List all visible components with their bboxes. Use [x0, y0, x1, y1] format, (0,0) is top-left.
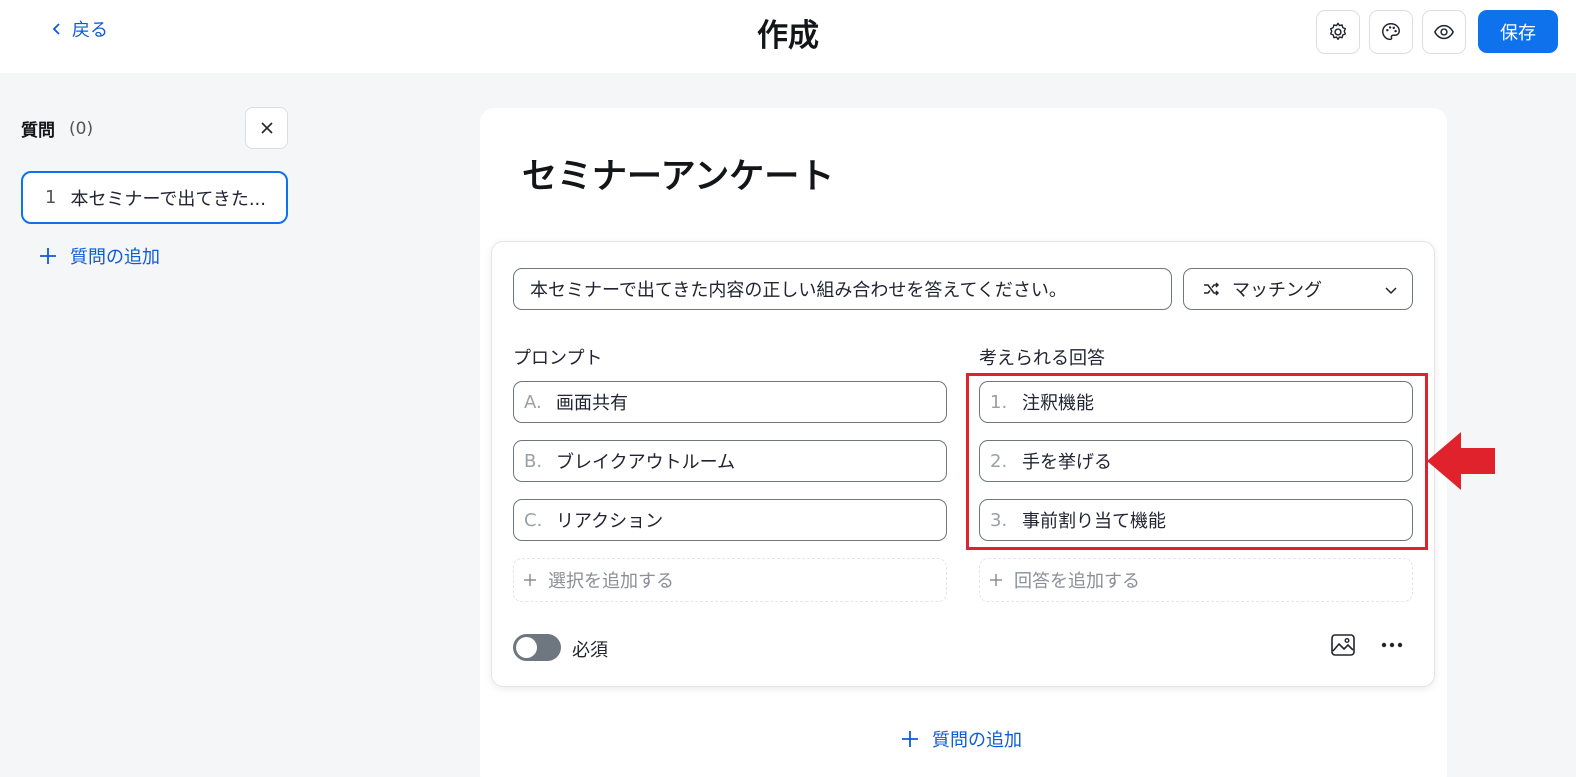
shuffle-icon	[1204, 282, 1220, 296]
theme-button[interactable]	[1369, 10, 1413, 54]
add-answer-label: 回答を追加する	[1014, 571, 1140, 592]
prompt-option[interactable]: C. リアクション	[513, 499, 947, 541]
palette-icon	[1382, 23, 1400, 41]
settings-button[interactable]	[1316, 10, 1360, 54]
question-count: (0)	[69, 118, 94, 139]
answer-number: 2.	[990, 450, 1008, 472]
plus-icon	[990, 574, 1002, 586]
question-type-label: マッチング	[1232, 280, 1322, 301]
question-text-input[interactable]: 本セミナーで出てきた内容の正しい組み合わせを答えてください。	[513, 268, 1172, 310]
required-label: 必須	[572, 640, 608, 661]
answer-option[interactable]: 3. 事前割り当て機能	[979, 499, 1413, 541]
gear-icon	[1329, 22, 1347, 41]
plus-icon	[902, 731, 918, 747]
prompts-label: プロンプト	[513, 348, 603, 369]
question-list-title: 質問	[21, 121, 55, 141]
eye-icon	[1433, 24, 1455, 40]
add-prompt-button[interactable]: 選択を追加する	[513, 558, 947, 602]
answer-text: 事前割り当て機能	[1022, 511, 1166, 532]
add-question-sidebar-button[interactable]: 質問の追加	[38, 243, 160, 269]
survey-title[interactable]: セミナーアンケート	[522, 148, 834, 199]
prompt-letter: C.	[524, 509, 543, 531]
preview-button[interactable]	[1422, 10, 1466, 54]
answer-option[interactable]: 2. 手を挙げる	[979, 440, 1413, 482]
prompt-option[interactable]: A. 画面共有	[513, 381, 947, 423]
prompt-text: リアクション	[556, 511, 664, 532]
answer-number: 1.	[990, 391, 1008, 413]
image-icon[interactable]	[1330, 633, 1356, 657]
plus-icon	[40, 248, 56, 264]
add-answer-button[interactable]: 回答を追加する	[979, 558, 1413, 602]
add-question-label: 質問の追加	[932, 730, 1022, 751]
more-options-icon[interactable]	[1380, 635, 1404, 655]
prompt-text: 画面共有	[556, 393, 628, 414]
answer-option[interactable]: 1. 注釈機能	[979, 381, 1413, 423]
answer-text: 手を挙げる	[1022, 452, 1112, 473]
toggle-knob	[516, 637, 537, 658]
close-panel-button[interactable]	[245, 107, 288, 149]
close-icon	[260, 122, 273, 134]
prompt-letter: B.	[524, 450, 543, 472]
question-type-select[interactable]: マッチング	[1183, 268, 1413, 310]
save-button[interactable]: 保存	[1478, 10, 1558, 53]
prompt-option[interactable]: B. ブレイクアウトルーム	[513, 440, 947, 482]
question-list-header: 質問 (0)	[21, 116, 94, 142]
chevron-down-icon	[1385, 287, 1397, 295]
add-question-main-button[interactable]: 質問の追加	[900, 726, 1022, 752]
prompt-letter: A.	[524, 391, 542, 413]
question-list-item[interactable]: 1 本セミナーで出てきた...	[21, 171, 288, 224]
add-prompt-label: 選択を追加する	[548, 571, 674, 592]
header-bar: 戻る 作成 保存	[0, 0, 1576, 73]
red-arrow-annotation	[1427, 432, 1495, 490]
answers-label: 考えられる回答	[979, 348, 1105, 369]
answer-number: 3.	[990, 509, 1008, 531]
plus-icon	[524, 574, 536, 586]
question-label: 本セミナーで出てきた...	[70, 188, 266, 210]
add-question-label: 質問の追加	[70, 247, 160, 268]
answer-text: 注釈機能	[1022, 393, 1094, 414]
prompt-text: ブレイクアウトルーム	[556, 452, 736, 473]
question-number: 1	[45, 187, 57, 208]
required-toggle[interactable]	[513, 634, 561, 661]
